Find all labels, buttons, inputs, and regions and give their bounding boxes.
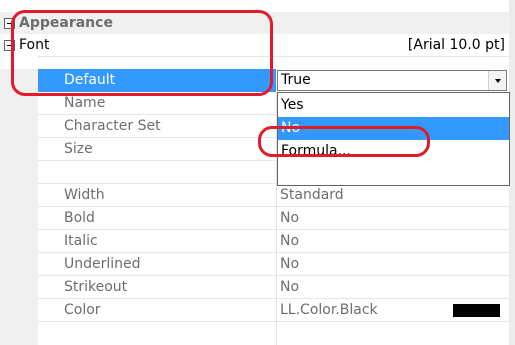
row-gutter [0, 322, 38, 345]
default-value-combo[interactable]: True [277, 70, 507, 91]
chevron-down-icon[interactable] [488, 71, 506, 90]
row-gutter [0, 276, 38, 299]
property-row-width[interactable]: Width Standard [0, 184, 515, 207]
row-gutter [0, 253, 38, 276]
property-row-color[interactable]: Color LL.Color.Black [0, 299, 515, 322]
option-yes[interactable]: Yes [278, 94, 509, 117]
property-grid: Appearance Font [Arial 10.0 pt] Default … [0, 0, 515, 345]
annotation-highlight-categories [11, 10, 273, 96]
column-divider [276, 322, 277, 345]
row-gutter [0, 161, 38, 184]
property-row-strikeout[interactable]: Strikeout No [0, 276, 515, 299]
row-gutter [0, 230, 38, 253]
property-row-bold[interactable]: Bold No [0, 207, 515, 230]
row-gutter [0, 299, 38, 322]
property-name-strikeout: Strikeout [64, 279, 128, 295]
row-gutter [0, 115, 38, 138]
property-name-color: Color [64, 302, 101, 318]
property-row-partial [0, 322, 515, 345]
property-name-bold: Bold [64, 210, 95, 226]
property-name-width: Width [64, 187, 105, 203]
row-gutter [0, 184, 38, 207]
property-value-underlined[interactable]: No [277, 253, 515, 276]
font-summary-value: [Arial 10.0 pt] [407, 37, 505, 53]
property-value-strikeout[interactable]: No [277, 276, 515, 299]
property-value-bold[interactable]: No [277, 207, 515, 230]
property-name-underlined: Underlined [64, 256, 141, 272]
combo-value: True [281, 72, 311, 88]
property-value-width[interactable]: Standard [277, 184, 515, 207]
color-swatch[interactable] [453, 304, 500, 317]
property-name-size: Size [64, 141, 93, 157]
row-gutter [0, 207, 38, 230]
property-name-italic: Italic [64, 233, 98, 249]
annotation-highlight-no-option [258, 126, 430, 157]
property-name-character-set: Character Set [64, 118, 161, 134]
property-value-italic[interactable]: No [277, 230, 515, 253]
row-gutter [0, 138, 38, 161]
property-row-underlined[interactable]: Underlined No [0, 253, 515, 276]
property-row-italic[interactable]: Italic No [0, 230, 515, 253]
